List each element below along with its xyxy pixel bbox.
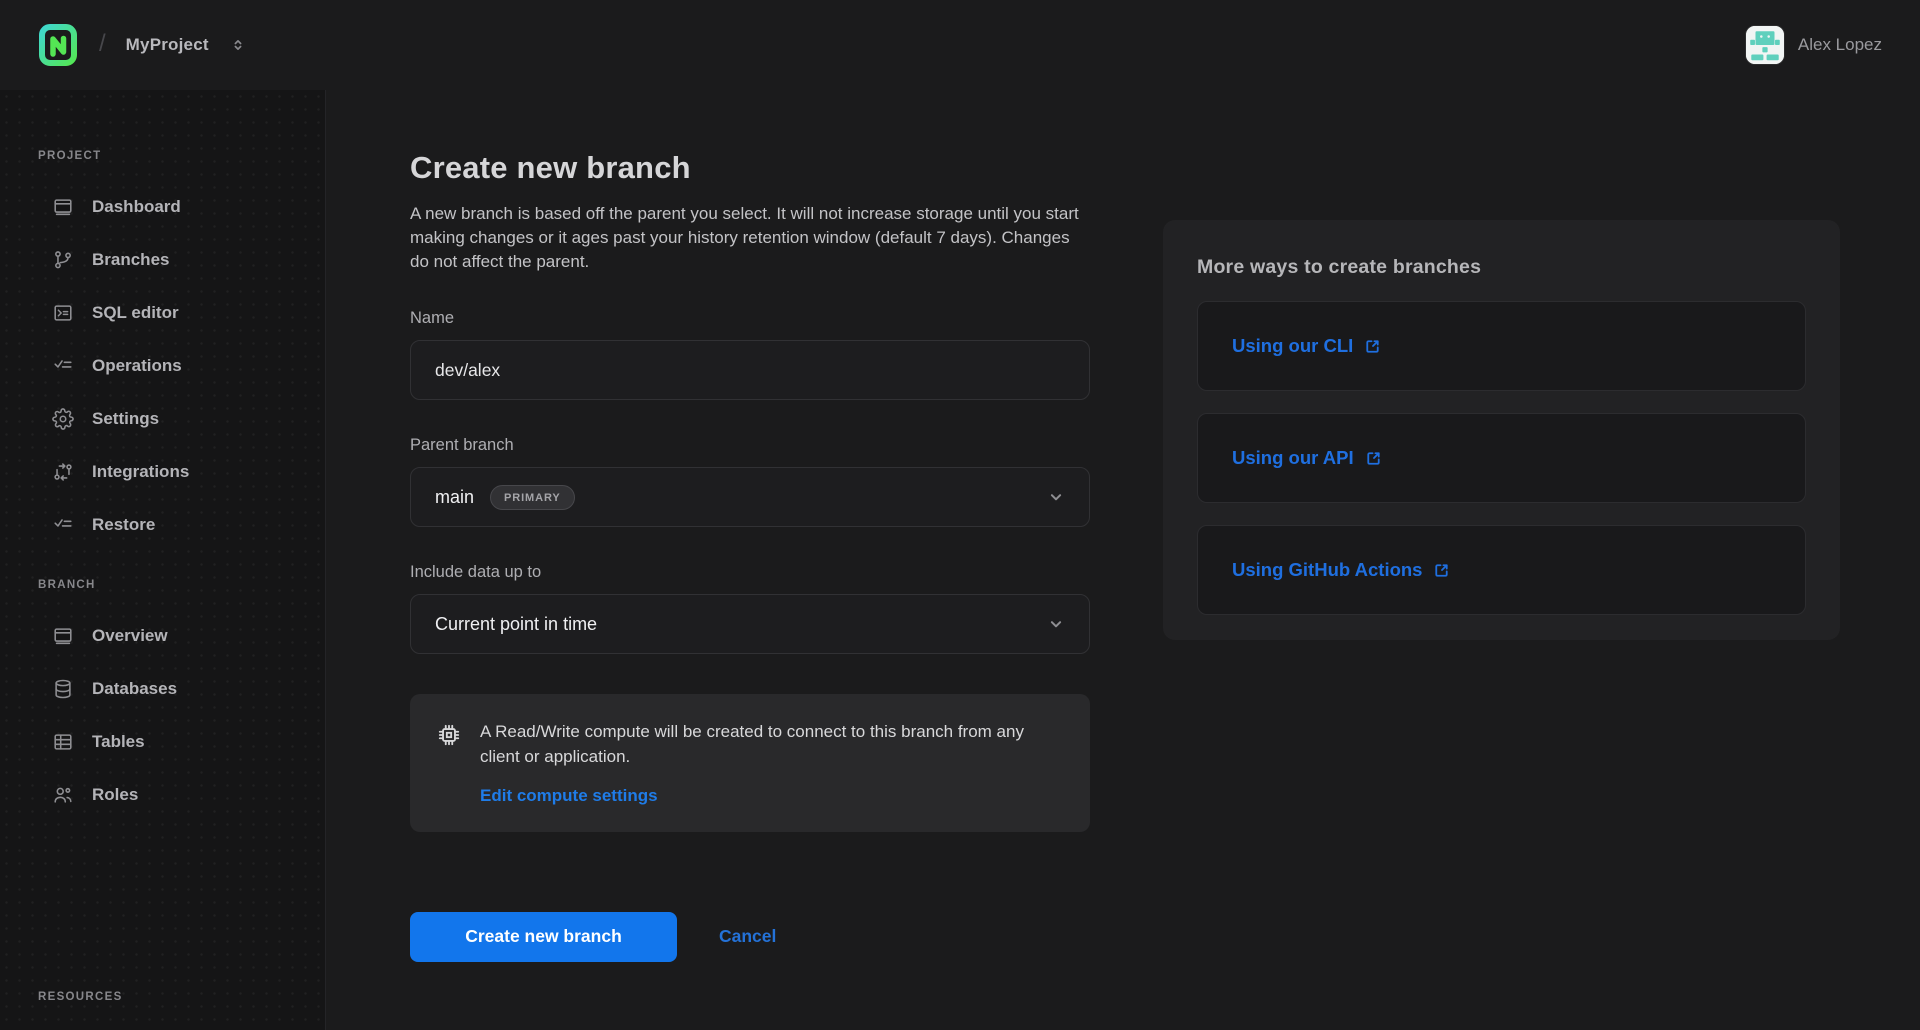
cancel-link[interactable]: Cancel — [719, 926, 776, 947]
sidebar-item-operations[interactable]: Operations — [38, 339, 325, 392]
external-link-icon — [1364, 449, 1383, 468]
sidebar-item-restore[interactable]: Restore — [38, 498, 325, 551]
project-name[interactable]: MyProject — [126, 35, 209, 55]
dashboard-icon — [52, 196, 74, 218]
chevron-down-icon — [1045, 486, 1067, 508]
project-switcher-chevrons-icon[interactable] — [229, 36, 247, 54]
api-link-card[interactable]: Using our API — [1197, 413, 1806, 503]
parent-branch-value: main — [435, 487, 474, 508]
primary-badge: PRIMARY — [490, 485, 575, 510]
github-actions-link-card[interactable]: Using GitHub Actions — [1197, 525, 1806, 615]
table-icon — [52, 731, 74, 753]
user-name[interactable]: Alex Lopez — [1798, 35, 1882, 55]
sidebar-item-databases[interactable]: Databases — [38, 662, 325, 715]
sidebar-item-branches[interactable]: Branches — [38, 233, 325, 286]
neon-logo-icon[interactable] — [38, 23, 79, 67]
sync-arrows-icon — [52, 461, 74, 483]
sidebar-item-label: Branches — [92, 250, 169, 270]
main-content: Create new branch A new branch is based … — [326, 90, 1920, 1030]
user-avatar[interactable] — [1746, 26, 1784, 64]
sidebar-item-label: Settings — [92, 409, 159, 429]
form-actions: Create new branch Cancel — [410, 912, 1090, 962]
name-label: Name — [410, 309, 1090, 328]
sidebar-item-label: Dashboard — [92, 197, 181, 217]
gear-icon — [52, 408, 74, 430]
cli-link-label: Using our CLI — [1232, 335, 1353, 357]
page-title: Create new branch — [410, 150, 1090, 186]
include-data-select[interactable]: Current point in time — [410, 594, 1090, 654]
more-ways-panel: More ways to create branches Using our C… — [1163, 220, 1840, 640]
sidebar-item-label: Tables — [92, 732, 145, 752]
database-icon — [52, 678, 74, 700]
chevron-down-icon — [1045, 613, 1067, 635]
sidebar-item-tables[interactable]: Tables — [38, 715, 325, 768]
sidebar-item-integrations[interactable]: Integrations — [38, 445, 325, 498]
edit-compute-settings-link[interactable]: Edit compute settings — [480, 786, 658, 806]
compute-note: A Read/Write compute will be created to … — [480, 720, 1062, 769]
external-link-icon — [1432, 561, 1451, 580]
checklist-icon — [52, 355, 74, 377]
breadcrumb-slash: / — [99, 30, 106, 58]
branch-name-input[interactable] — [410, 340, 1090, 400]
include-data-value: Current point in time — [435, 614, 597, 635]
page-description: A new branch is based off the parent you… — [410, 202, 1090, 273]
sidebar-item-label: Operations — [92, 356, 182, 376]
sidebar-section-project: PROJECT — [38, 150, 325, 166]
sidebar-item-sql-editor[interactable]: SQL editor — [38, 286, 325, 339]
sidebar-item-label: Overview — [92, 626, 168, 646]
sidebar-item-roles[interactable]: Roles — [38, 768, 325, 821]
sidebar-item-label: Integrations — [92, 462, 189, 482]
include-data-label: Include data up to — [410, 563, 1090, 582]
topbar: / MyProject Alex Lopez — [0, 0, 1920, 90]
compute-info-box: A Read/Write compute will be created to … — [410, 694, 1090, 831]
sidebar-item-settings[interactable]: Settings — [38, 392, 325, 445]
api-link-label: Using our API — [1232, 447, 1354, 469]
chip-icon — [436, 722, 462, 805]
parent-branch-select[interactable]: main PRIMARY — [410, 467, 1090, 527]
terminal-icon — [52, 302, 74, 324]
sidebar-item-label: SQL editor — [92, 303, 179, 323]
checklist-icon — [52, 514, 74, 536]
sidebar-item-overview[interactable]: Overview — [38, 609, 325, 662]
create-branch-button[interactable]: Create new branch — [410, 912, 677, 962]
create-branch-form: Create new branch A new branch is based … — [410, 150, 1090, 1030]
sidebar-item-label: Restore — [92, 515, 155, 535]
git-branch-icon — [52, 249, 74, 271]
sidebar-item-label: Roles — [92, 785, 138, 805]
more-ways-title: More ways to create branches — [1197, 256, 1806, 279]
sidebar-item-dashboard[interactable]: Dashboard — [38, 180, 325, 233]
parent-branch-label: Parent branch — [410, 436, 1090, 455]
github-actions-link-label: Using GitHub Actions — [1232, 559, 1422, 581]
sidebar-section-resources: RESOURCES — [38, 991, 325, 1007]
users-icon — [52, 784, 74, 806]
sidebar: PROJECT Dashboard Branches SQL editor — [0, 90, 326, 1030]
window-icon — [52, 625, 74, 647]
cli-link-card[interactable]: Using our CLI — [1197, 301, 1806, 391]
sidebar-item-label: Databases — [92, 679, 177, 699]
sidebar-section-branch: BRANCH — [38, 579, 325, 595]
external-link-icon — [1363, 337, 1382, 356]
